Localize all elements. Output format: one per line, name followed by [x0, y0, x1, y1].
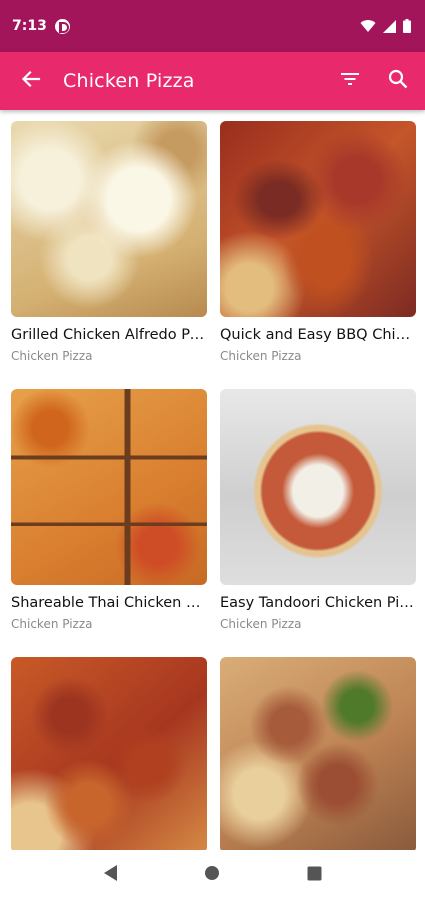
recipe-card[interactable]: Quick and Easy BBQ Chicken Pizza Chicken… — [220, 121, 416, 389]
recipe-category: Chicken Pizza — [11, 617, 93, 631]
recipe-card[interactable]: Shareable Thai Chicken Pizza Chicken Piz… — [11, 389, 207, 657]
recipe-card[interactable]: Grilled Chicken Alfredo Pizza Chicken Pi… — [11, 121, 207, 389]
back-triangle-icon — [103, 864, 119, 886]
recipe-card[interactable]: Easy Tandoori Chicken Pizza Chicken Pizz… — [220, 389, 416, 657]
status-icons — [360, 19, 411, 33]
notification-app-icon — [54, 18, 70, 34]
system-nav-bar — [0, 850, 425, 900]
nav-back-button[interactable] — [89, 853, 133, 897]
cellular-signal-icon — [383, 19, 396, 33]
recipe-category: Chicken Pizza — [220, 349, 302, 363]
back-button[interactable] — [7, 57, 55, 105]
recipe-image — [11, 121, 207, 317]
recipe-title: Grilled Chicken Alfredo Pizza — [11, 327, 207, 343]
filter-button[interactable] — [326, 57, 374, 105]
recipe-image — [11, 389, 207, 585]
recipe-card[interactable] — [11, 657, 207, 850]
recipe-image — [220, 657, 416, 850]
wifi-icon — [360, 19, 376, 33]
home-circle-icon — [204, 865, 220, 885]
arrow-back-icon — [21, 69, 41, 93]
nav-home-button[interactable] — [190, 853, 234, 897]
status-bar: 7:13 — [0, 0, 425, 52]
recipe-image — [220, 121, 416, 317]
recipe-card[interactable] — [220, 657, 416, 850]
recipe-category: Chicken Pizza — [11, 349, 93, 363]
status-time: 7:13 — [12, 18, 47, 34]
search-button[interactable] — [374, 57, 422, 105]
recipe-image — [11, 657, 207, 850]
filter-icon — [340, 71, 360, 91]
recipe-image — [220, 389, 416, 585]
page-title: Chicken Pizza — [63, 70, 195, 92]
recipe-title: Easy Tandoori Chicken Pizza — [220, 595, 416, 611]
app-bar: Chicken Pizza — [0, 52, 425, 110]
battery-icon — [403, 19, 411, 33]
recipe-grid: Grilled Chicken Alfredo Pizza Chicken Pi… — [0, 110, 425, 850]
recipe-title: Quick and Easy BBQ Chicken Pizza — [220, 327, 416, 343]
recipe-title: Shareable Thai Chicken Pizza — [11, 595, 207, 611]
recents-square-icon — [307, 866, 322, 885]
search-icon — [388, 69, 408, 93]
recipe-category: Chicken Pizza — [220, 617, 302, 631]
nav-recents-button[interactable] — [292, 853, 336, 897]
